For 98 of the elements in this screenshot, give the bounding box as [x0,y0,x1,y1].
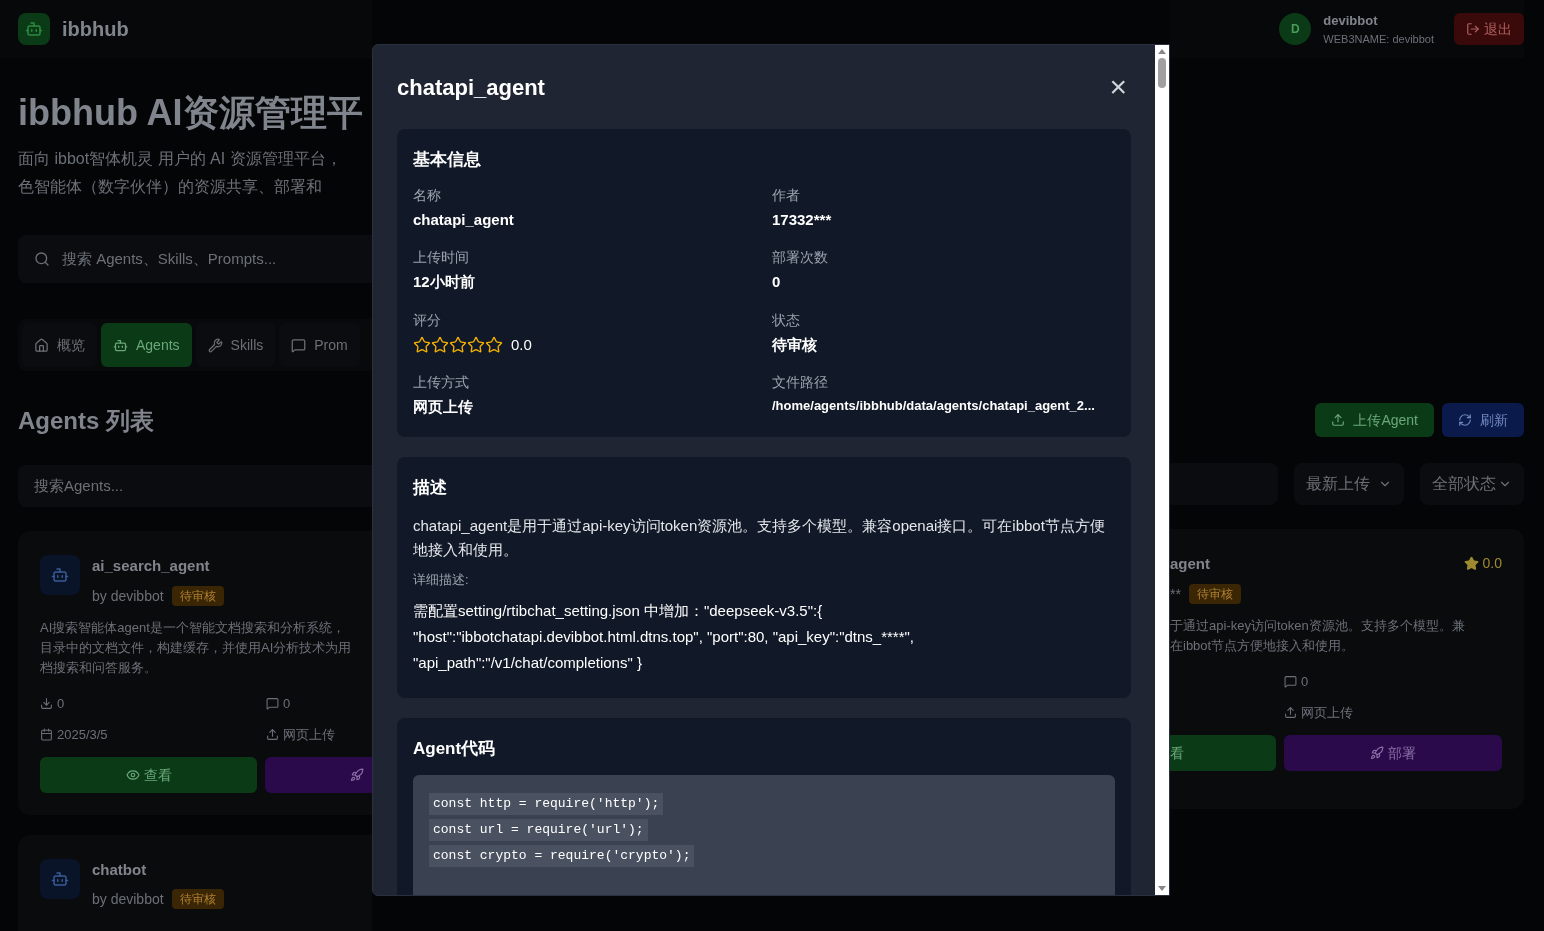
star-icon [1463,556,1479,571]
field-value: /home/agents/ibbhub/data/agents/chatapi_agent_2... [772,397,1096,415]
agent-description: 档搜索和问答服务。 [40,658,158,677]
field-value: 0 [772,272,782,292]
field-value: 12小时前 [413,272,476,292]
agent-description: 目录中的文档文件，构建缓存，并使用AI分析技术为用 [40,638,353,657]
detail-label: 详细描述: [413,571,470,589]
field-value: 网页上传 [413,397,474,417]
download-icon [40,696,53,710]
description-text: chatapi_agent是用于通过api-key访问token资源池。支持多个模型。兼容openai接口。可在ibbot节点方便地接入和使用。 [413,516,1106,560]
field-label: 作者 [772,185,801,205]
chat-icon [291,337,307,353]
comment-icon [266,696,279,710]
field-value: chatapi_agent [413,209,515,230]
field-label: 状态 [772,310,801,330]
user-avatar: D [1279,13,1312,45]
star-icon [467,335,485,354]
rating-value: 0.0 [1463,553,1502,574]
eye-icon [125,767,140,782]
robot-avatar-icon [40,555,80,595]
agent-description: 在ibbot节点方便地接入和使用。 [1170,636,1356,655]
home-icon [34,337,49,353]
field-label: 评分 [413,310,442,330]
download-count: 0 [40,693,266,713]
section-title: Agents 列表 [18,406,155,436]
upload-method: 网页上传 [266,725,372,745]
agent-author: ** [1170,584,1181,604]
brand-name[interactable]: ibbhub [62,15,129,43]
agent-name: agent [1170,554,1211,574]
search-field[interactable]: 搜索 Agents、Skills、Prompts... [18,235,372,283]
refresh-button[interactable]: 刷新 [1442,403,1524,437]
upload-icon [1331,413,1346,427]
agent-author: by devibbot [92,890,164,909]
comment-icon [1284,674,1297,688]
agent-description: 于通过api-key访问token资源池。支持多个模型。兼 [1170,616,1466,635]
robot-icon [113,337,128,353]
nav-tab[interactable]: 概览 [22,323,97,367]
section-heading: Agent代码 [413,737,497,760]
field-label: 名称 [413,185,442,205]
upload-method: 网页上传 [1284,703,1502,723]
upload-icon [1284,706,1297,720]
logout-button[interactable]: 退出 [1454,13,1524,45]
robot-logo-icon [18,13,50,45]
detail-text: 需配置setting/rtibchat_setting.json 中增加："deepseek-v3.5":{ "host":"ibbotchatapi.devibbot.html.dtns.top", "port":80, "api_key":"dtns_****", "api_path":"/v1/chat/completions" } [413,600,916,673]
status-badge: 待审核 [1188,583,1241,604]
deploy-button[interactable] [265,756,372,793]
dialog-title: chatapi_agent [397,73,545,102]
view-button[interactable]: 看 [1170,734,1276,771]
field-label: 上传时间 [413,248,470,267]
agent-name: chatbot [92,859,148,880]
calendar-icon [40,728,53,742]
filter-field[interactable]: 搜索Agents... [18,465,372,507]
refresh-icon [1458,413,1472,427]
upload-button[interactable]: 上传Agent [1315,403,1434,437]
upload-icon [266,728,279,742]
comment-count: 0 [1284,671,1502,691]
star-icon [431,335,449,354]
rating-value: 0.0 [511,334,532,355]
scroll-down-icon[interactable] [1158,886,1166,891]
nav-tab[interactable]: Agents [101,323,192,367]
status-select[interactable]: 全部状态 [1420,463,1524,505]
star-icon [449,335,467,354]
page-subtitle: 面向 ibbot智体机灵 用户的 AI 资源管理平台， [18,149,343,169]
user-name: devibbot [1323,12,1379,30]
star-icon [485,335,503,354]
field-label: 上传方式 [413,373,470,392]
filter-field-end[interactable] [1170,463,1278,505]
page-subtitle: 色智能体（数字伙伴）的资源共享、部署和 [18,177,323,197]
user-web3name: WEB3NAME: devibbot [1323,31,1434,47]
upload-date: 2025/3/5 [40,725,266,745]
status-badge: 待审核 [171,889,224,909]
rocket-icon [1370,745,1384,760]
rocket-icon [350,767,364,782]
star-icon [413,335,431,354]
field-label: 部署次数 [772,248,829,267]
scrollbar-thumb[interactable] [1158,58,1166,88]
search-icon [34,251,50,267]
field-value: 待审核 [772,334,818,355]
scroll-up-icon[interactable] [1158,49,1166,54]
view-button[interactable]: 查看 [40,756,257,793]
comment-count: 0 [266,693,372,713]
section-heading: 基本信息 [413,149,482,171]
field-value: 17332*** [772,209,833,230]
field-label: 文件路径 [772,373,829,392]
agent-author: by devibbot [92,586,164,606]
scrollbar[interactable] [1155,45,1169,895]
status-badge: 待审核 [171,585,224,606]
close-button[interactable]: × [1109,72,1131,102]
sort-select[interactable]: 最新上传 [1294,463,1404,505]
logout-icon [1466,22,1480,36]
agent-name: ai_search_agent [92,556,211,576]
page-title: ibbhub AI资源管理平 [18,91,364,135]
deploy-button[interactable]: 部署 [1284,734,1502,771]
section-heading: 描述 [413,476,448,499]
robot-avatar-icon [40,858,80,899]
tools-icon [207,337,223,353]
nav-tab[interactable]: Prom [279,323,360,367]
nav-tab[interactable]: Skills [195,323,276,367]
